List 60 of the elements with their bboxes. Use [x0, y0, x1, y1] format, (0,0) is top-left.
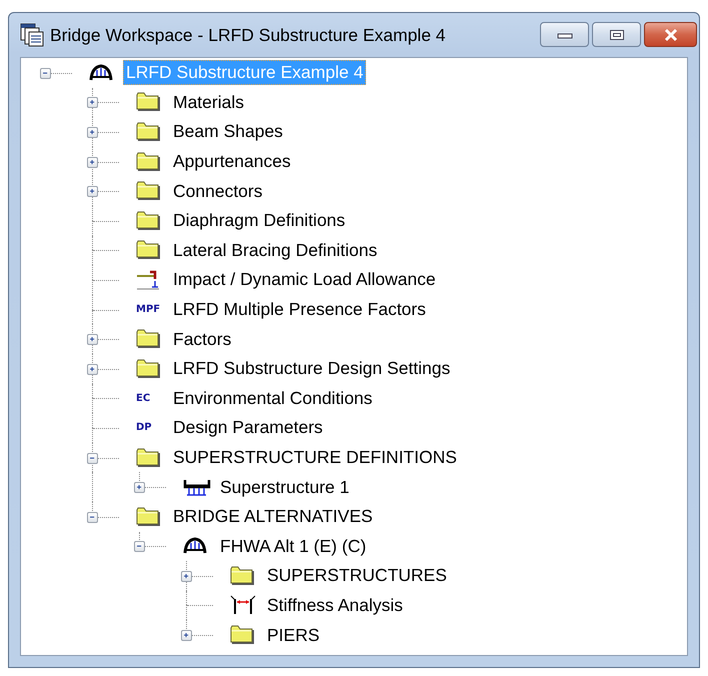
tree-item[interactable]: BRIDGE ALTERNATIVES [170, 504, 376, 530]
tree-item[interactable]: Connectors [170, 178, 266, 204]
expand-button[interactable] [87, 334, 98, 346]
folder-icon [136, 210, 161, 231]
expand-button[interactable] [87, 97, 98, 108]
folder-icon [136, 240, 161, 260]
maximize-button[interactable] [592, 22, 641, 47]
tree-item[interactable]: Design Parameters [170, 415, 326, 440]
folder-icon [136, 181, 161, 202]
tree-item[interactable]: Materials [170, 90, 247, 115]
expand-button[interactable] [181, 630, 192, 642]
folder-icon [136, 329, 161, 350]
tree-item[interactable]: Superstructure 1 [217, 474, 352, 500]
tree-item[interactable]: LRFD Multiple Presence Factors [170, 297, 429, 322]
folder-icon [136, 152, 161, 172]
tree-item[interactable]: Beam Shapes [170, 119, 286, 144]
icon-label: EC [136, 392, 150, 404]
load-icon [136, 270, 160, 290]
collapse-button[interactable] [87, 512, 98, 523]
folder-icon [230, 566, 255, 586]
expand-button[interactable] [87, 364, 98, 375]
window-title: Bridge Workspace - LRFD Substructure Example 4 [50, 24, 447, 46]
close-icon [662, 28, 678, 42]
folder-icon [136, 92, 161, 112]
tree-item[interactable]: SUPERSTRUCTURE DEFINITIONS [170, 445, 460, 470]
arch-bridge-icon [183, 537, 207, 556]
tree-item[interactable]: Appurtenances [170, 149, 294, 174]
tree-item[interactable]: Lateral Bracing Definitions [170, 238, 380, 263]
stiffness-icon [230, 595, 256, 616]
tree-item[interactable]: SUPERSTRUCTURES [264, 563, 450, 588]
tree-item[interactable]: Factors [170, 326, 234, 352]
folder-icon [136, 122, 161, 142]
expand-button[interactable] [134, 482, 145, 494]
folder-icon [136, 448, 161, 468]
expand-button[interactable] [87, 186, 98, 198]
tree-item[interactable]: PIERS [264, 622, 323, 648]
tree-item[interactable]: Stiffness Analysis [264, 592, 406, 618]
tree-item[interactable]: Diaphragm Definitions [170, 208, 348, 234]
close-button[interactable] [644, 22, 697, 47]
minimize-icon [556, 30, 572, 38]
tree-item[interactable]: FHWA Alt 1 (E) (C) [217, 534, 370, 559]
arch-bridge-icon [89, 64, 113, 82]
icon-label: DP [136, 422, 152, 434]
collapse-button[interactable] [87, 452, 98, 464]
collapse-button[interactable] [40, 68, 51, 79]
tree-item[interactable]: Impact / Dynamic Load Allowance [170, 267, 439, 292]
minimize-button[interactable] [540, 22, 589, 47]
maximize-icon [608, 28, 624, 40]
icon-label: MPF [136, 304, 160, 316]
tree-item[interactable]: LRFD Substructure Design Settings [170, 356, 454, 382]
tree-item[interactable]: Environmental Conditions [170, 386, 376, 411]
expand-button[interactable] [87, 126, 98, 138]
expand-button[interactable] [181, 570, 192, 582]
folder-icon [136, 358, 161, 379]
girder-icon [183, 478, 211, 496]
workspace-icon [20, 23, 44, 47]
folder-icon [230, 625, 255, 646]
collapse-button[interactable] [134, 541, 145, 552]
expand-button[interactable] [87, 156, 98, 168]
folder-icon [136, 506, 161, 527]
